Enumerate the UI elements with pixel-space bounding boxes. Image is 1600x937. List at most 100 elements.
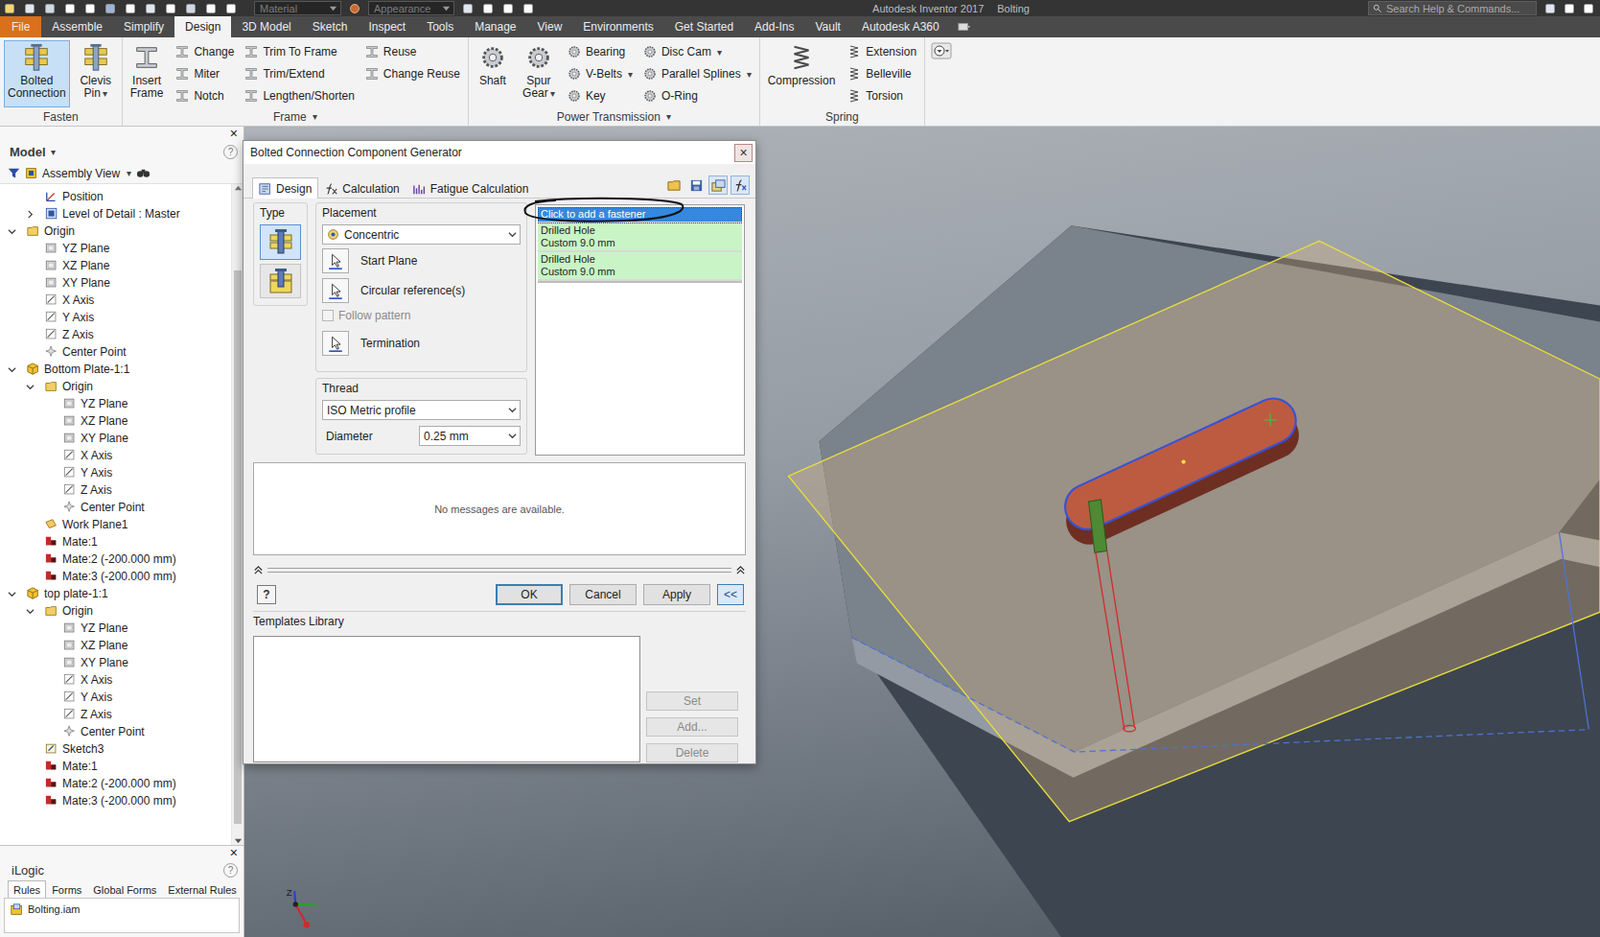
material-combo[interactable]: Material (254, 0, 342, 16)
ribbon-large-button[interactable]: SpurGear▾ (518, 40, 559, 108)
tree-item[interactable]: X Axis (0, 291, 232, 309)
ilogic-tab[interactable]: Global Forms (87, 880, 163, 898)
ribbon-tab[interactable]: Add-Ins (743, 16, 805, 38)
ilogic-item[interactable]: Bolting.iam (10, 901, 233, 917)
scroll-thumb[interactable] (233, 270, 242, 824)
ilogic-close[interactable]: × (0, 845, 244, 859)
ribbon-large-button[interactable]: InsertFrame (126, 40, 168, 108)
ribbon-display-toggle[interactable] (950, 16, 972, 38)
ribbon-tab[interactable]: 3D Model (231, 16, 302, 38)
ribbon-small-button[interactable]: Notch (172, 85, 236, 107)
ribbon-tab[interactable]: Sketch (301, 16, 359, 38)
ribbon-panel-label[interactable]: Power Transmission▾ (468, 109, 760, 126)
tree-item[interactable]: XZ Plane (0, 636, 232, 654)
appearance-combo[interactable]: Appearance (368, 0, 455, 16)
tree-item[interactable]: Origin (0, 602, 232, 620)
select-button[interactable] (322, 278, 349, 303)
tree-item[interactable]: Mate:1 (0, 757, 232, 775)
dialog-tool-button[interactable] (686, 175, 706, 195)
placement-mode-select[interactable]: Concentric (322, 224, 521, 245)
tree-item[interactable]: YZ Plane (0, 394, 232, 413)
tree-item[interactable]: Z Axis (0, 325, 232, 344)
ribbon-large-button[interactable]: BoltedConnection (3, 40, 70, 108)
bolt-head[interactable] (1089, 499, 1108, 553)
tree-item[interactable]: XZ Plane (0, 256, 232, 275)
dialog-button[interactable]: Apply (643, 583, 711, 605)
tree-item[interactable]: Mate:2 (-200.000 mm) (0, 774, 232, 792)
fastener-item[interactable]: Click to add a fastener (537, 207, 743, 224)
fastener-item[interactable]: Drilled HoleCustom 9.0 mm (537, 223, 743, 253)
tree-item[interactable]: Y Axis (0, 308, 232, 326)
ribbon-small-button[interactable]: Bearing (564, 41, 635, 63)
tree-item[interactable]: Mate:3 (-200.000 mm) (0, 791, 232, 810)
ilogic-tab[interactable]: Forms (46, 880, 88, 898)
ribbon-small-button[interactable]: Trim To Frame (241, 41, 356, 63)
tree-item[interactable]: Work Plane1 (0, 515, 232, 534)
ribbon-small-button[interactable]: Miter (172, 63, 236, 85)
bottom-plate[interactable] (788, 240, 1600, 821)
follow-pattern-checkbox[interactable]: Follow pattern (322, 303, 521, 327)
placement-select-row[interactable]: Start Plane (322, 246, 521, 275)
ribbon-small-button[interactable]: O-Ring (640, 85, 754, 107)
dialog-tab[interactable]: Calculation (318, 177, 406, 199)
tree-item[interactable]: X Axis (0, 671, 232, 689)
tree-item[interactable]: Mate:3 (-200.000 mm) (0, 567, 232, 585)
dialog-tool-button[interactable] (730, 175, 750, 195)
message-expander[interactable] (253, 562, 746, 577)
tree-item[interactable]: Mate:2 (-200.000 mm) (0, 550, 232, 568)
diameter-select[interactable]: 0.25 mm (418, 425, 521, 446)
ribbon-tab[interactable]: Tools (416, 16, 464, 38)
ribbon-tab[interactable]: Vault (804, 16, 851, 38)
tree-item[interactable]: Origin (0, 222, 232, 240)
dialog-button[interactable]: OK (495, 583, 563, 605)
browser-close[interactable]: × (0, 126, 244, 140)
thread-profile-select[interactable]: ISO Metric profile (322, 399, 521, 420)
ilogic-tab[interactable]: Rules (7, 880, 47, 898)
dialog-button[interactable]: Cancel (569, 583, 637, 605)
ribbon-tab[interactable]: View (527, 16, 574, 38)
tree-item[interactable]: Center Point (0, 498, 232, 516)
ribbon-small-button[interactable]: Belleville (844, 63, 919, 85)
type-option[interactable] (259, 224, 302, 260)
ribbon-tab[interactable]: Environments (572, 16, 664, 38)
dialog-close-button[interactable]: × (734, 143, 753, 163)
tree-item[interactable]: Center Point (0, 722, 232, 741)
view-selector[interactable]: Assembly View (42, 166, 120, 181)
tree-item[interactable]: XY Plane (0, 274, 232, 292)
tree-item[interactable]: XY Plane (0, 653, 232, 672)
tree-item[interactable]: Z Axis (0, 705, 232, 723)
dialog-tool-button[interactable] (664, 175, 684, 195)
tree-item[interactable]: top plate-1:1 (0, 584, 232, 603)
tree-item[interactable]: YZ Plane (0, 619, 232, 637)
ribbon-tab[interactable]: Inspect (357, 16, 417, 38)
ilogic-help[interactable]: ? (223, 862, 238, 878)
ribbon-small-button[interactable]: Key (564, 85, 635, 107)
fastener-item[interactable]: Drilled HoleCustom 9.0 mm (537, 252, 743, 281)
ribbon-tab[interactable]: Get Started (664, 16, 744, 38)
select-button[interactable] (322, 248, 349, 274)
ribbon-tab[interactable]: Simplify (113, 16, 175, 38)
tree-item[interactable]: Y Axis (0, 463, 232, 482)
ribbon-large-button[interactable]: Shaft (472, 40, 513, 108)
tree-item[interactable]: Sketch3 (0, 740, 232, 758)
dialog-tab[interactable]: Design (252, 177, 319, 199)
browser-help[interactable]: ? (223, 144, 238, 160)
slot-face[interactable] (1087, 420, 1274, 508)
ribbon-tab[interactable]: Design (174, 16, 232, 38)
dialog-tool-button[interactable] (708, 175, 728, 195)
ribbon-small-button[interactable]: Reuse (362, 41, 463, 63)
bolted-connection-dialog[interactable]: Bolted Connection Component Generator×De… (242, 139, 757, 765)
tree-item[interactable]: YZ Plane (0, 239, 232, 257)
ribbon-small-button[interactable]: V-Belts▾ (564, 63, 635, 85)
select-button[interactable] (322, 330, 349, 356)
tree-item[interactable]: Center Point (0, 343, 232, 361)
ilogic-tab[interactable]: External Rules (162, 880, 243, 898)
templates-list[interactable] (253, 635, 641, 763)
ribbon-small-button[interactable]: Parallel Splines▾ (640, 63, 754, 85)
tree-item[interactable]: Bottom Plate-1:1 (0, 360, 232, 378)
ribbon-small-button[interactable]: Disc Cam▾ (640, 41, 754, 63)
ribbon-small-button[interactable]: Change (172, 41, 236, 63)
ribbon-small-button[interactable]: Torsion (844, 85, 919, 107)
ribbon-small-button[interactable]: Lengthen/Shorten (241, 85, 356, 107)
ribbon-tab[interactable]: Autodesk A360 (851, 16, 951, 38)
